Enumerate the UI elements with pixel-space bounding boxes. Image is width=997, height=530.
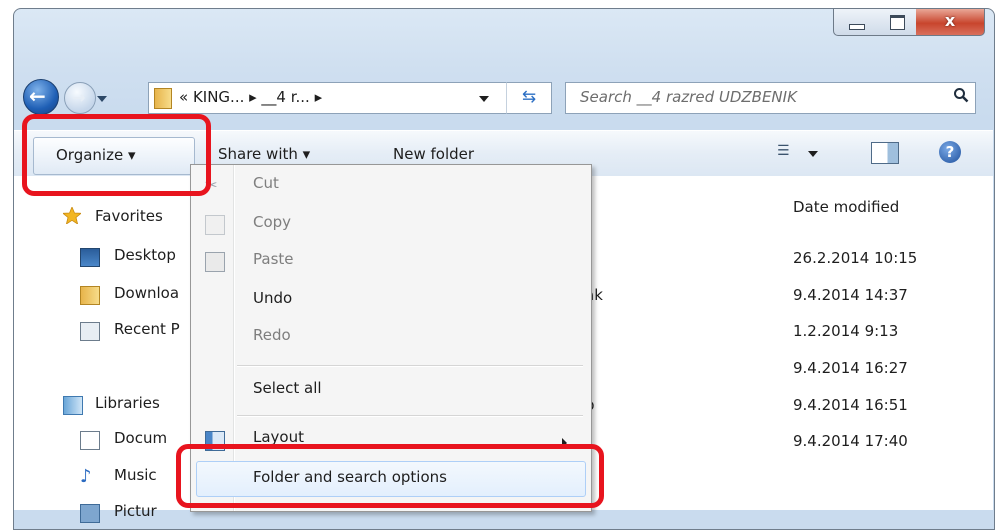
views-dropdown-arrow[interactable] (808, 151, 818, 157)
menu-item-layout[interactable]: Layout (253, 428, 304, 446)
share-with-button[interactable]: Share with ▾ (218, 145, 310, 163)
pictures-icon (80, 504, 100, 523)
menu-item-copy[interactable]: Copy (253, 213, 291, 231)
file-date: 9.4.2014 17:40 (793, 432, 908, 450)
paste-icon (205, 252, 225, 272)
menu-item-undo[interactable]: Undo (253, 289, 292, 307)
menu-item-folder-options[interactable]: Folder and search options (253, 468, 447, 486)
preview-pane-icon[interactable] (871, 142, 899, 164)
maximize-icon (890, 15, 905, 30)
menu-gutter (233, 165, 235, 511)
search-icon[interactable] (953, 87, 969, 103)
date-modified-column-header[interactable]: Date modified (793, 198, 899, 216)
menu-item-redo[interactable]: Redo (253, 326, 291, 344)
close-button[interactable]: x (916, 8, 985, 36)
minimize-icon (849, 24, 865, 30)
maximize-button[interactable] (878, 8, 917, 36)
menu-separator (237, 415, 583, 417)
forward-arrow-icon: → (72, 88, 86, 107)
desktop-icon (80, 248, 100, 267)
menu-separator (237, 365, 583, 367)
sidebar-item-libraries[interactable]: Libraries (95, 394, 160, 412)
search-placeholder: Search __4 razred UDZBENIK (580, 88, 797, 106)
submenu-arrow-icon (562, 438, 567, 448)
sidebar-item-recent-places[interactable]: Recent P (114, 320, 180, 338)
chevron-down-icon[interactable] (479, 96, 489, 102)
new-folder-button[interactable]: New folder (393, 145, 474, 163)
menu-item-paste[interactable]: Paste (253, 250, 294, 268)
address-path[interactable]: « KING... ▸ __4 r... ▸ (179, 88, 322, 106)
forward-button[interactable]: → (64, 82, 96, 114)
search-box[interactable]: Search __4 razred UDZBENIK (565, 82, 976, 114)
file-date: 1.2.2014 9:13 (793, 322, 899, 340)
sidebar-item-favorites[interactable]: Favorites (95, 207, 163, 225)
menu-item-cut[interactable]: Cut (253, 174, 279, 192)
help-icon[interactable]: ? (939, 141, 961, 163)
file-date: 9.4.2014 14:37 (793, 286, 908, 304)
sidebar-item-desktop[interactable]: Desktop (114, 246, 176, 264)
folder-icon (154, 88, 172, 109)
menu-item-select-all[interactable]: Select all (253, 379, 322, 397)
file-date: 9.4.2014 16:51 (793, 396, 908, 414)
sidebar-item-downloads[interactable]: Downloa (114, 284, 179, 302)
music-icon: ♪ (80, 466, 92, 487)
sidebar-item-pictures[interactable]: Pictur (114, 502, 157, 520)
downloads-folder-icon (80, 286, 100, 305)
recent-pages-dropdown[interactable] (97, 96, 107, 102)
minimize-button[interactable] (833, 8, 879, 36)
layout-icon (205, 431, 225, 451)
close-icon: x (944, 11, 956, 30)
file-date: 9.4.2014 16:27 (793, 359, 908, 377)
cut-icon: ✂ (205, 176, 218, 194)
refresh-icon: ⇆ (521, 87, 537, 107)
sidebar-item-music[interactable]: Music (114, 466, 157, 484)
organize-menu: ✂ Cut Copy Paste Undo Redo Select all La… (190, 164, 592, 512)
sidebar-item-documents[interactable]: Docum (114, 429, 167, 447)
back-button[interactable]: ← (23, 79, 59, 115)
documents-icon (80, 431, 100, 450)
recent-places-icon (80, 322, 100, 341)
back-arrow-icon: ← (29, 84, 46, 108)
file-date: 26.2.2014 10:15 (793, 249, 918, 267)
star-icon (63, 207, 81, 224)
copy-icon (205, 215, 225, 235)
libraries-icon (63, 396, 83, 415)
views-icon[interactable]: ☰ (777, 143, 793, 159)
address-bar[interactable]: « KING... ▸ __4 r... ▸ (148, 82, 550, 114)
refresh-button[interactable]: ⇆ (506, 82, 552, 114)
organize-button[interactable]: Organize ▾ (33, 137, 195, 175)
organize-label: Organize ▾ (56, 146, 136, 164)
